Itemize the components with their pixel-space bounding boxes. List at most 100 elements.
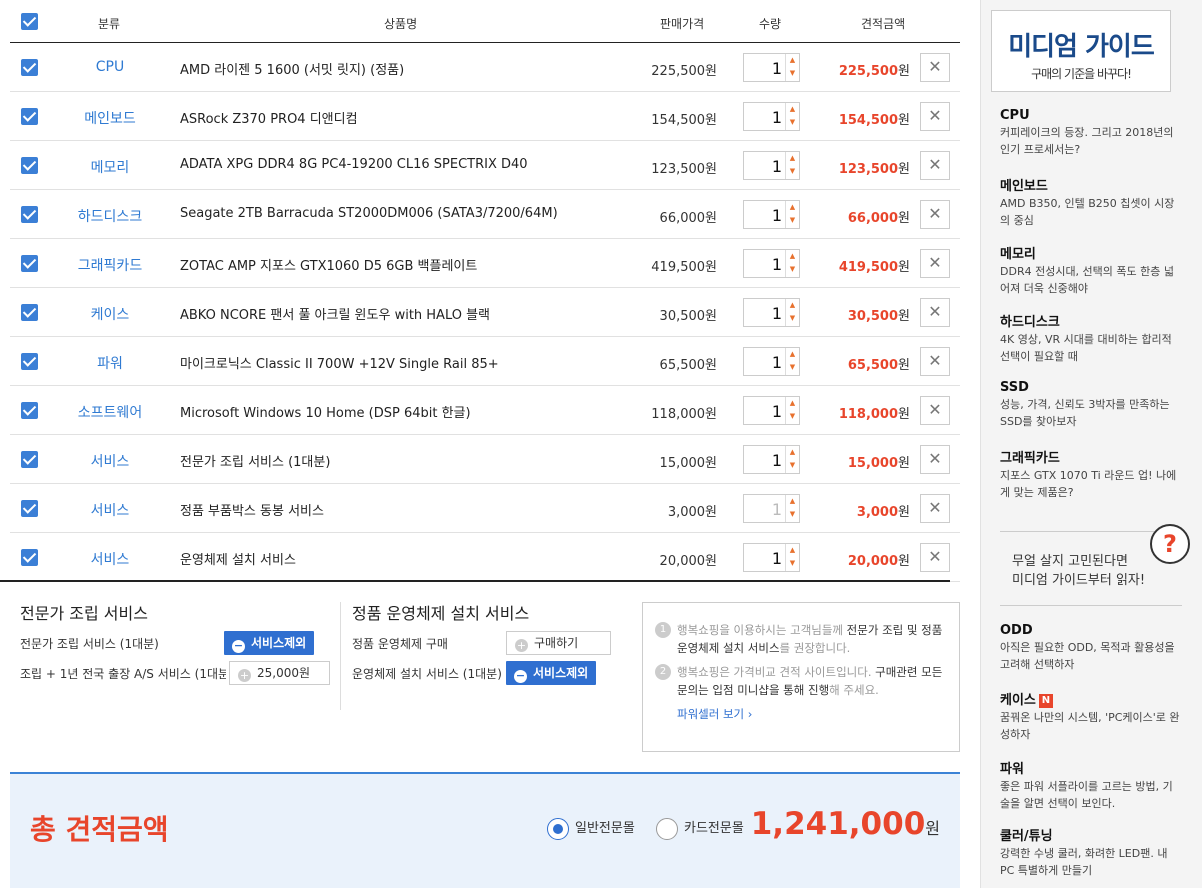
power-seller-link[interactable]: 파워셀러 보기 › [655,707,752,721]
guide-item[interactable]: 메인보드 AMD B350, 인텔 B250 칩셋이 시장의 중심 [1000,175,1180,229]
row-product-name[interactable]: 운영체제 설치 서비스 [180,549,296,568]
delete-row-button[interactable]: ✕ [920,396,950,425]
stepper-arrows-icon[interactable]: ▲ ▼ [785,250,799,277]
stepper-arrows-icon[interactable]: ▲ ▼ [785,299,799,326]
radio-general-mall[interactable]: 일반전문몰 [547,817,635,840]
stepper-arrows-icon[interactable]: ▲ ▼ [785,103,799,130]
row-checkbox[interactable] [21,500,38,517]
guide-item[interactable]: SSD 성능, 가격, 신뢰도 3박자를 만족하는 SSD를 찾아보자 [1000,380,1180,430]
stepper-arrows-icon[interactable]: ▲ ▼ [785,348,799,375]
row-checkbox[interactable] [21,402,38,419]
quantity-stepper[interactable]: 1 ▲ ▼ [743,494,800,523]
quantity-stepper[interactable]: 1 ▲ ▼ [743,151,800,180]
delete-row-button[interactable]: ✕ [920,543,950,572]
guide-item[interactable]: ODD 아직은 필요한 ODD, 목적과 활용성을 고려해 선택하자 [1000,623,1180,673]
row-product-name[interactable]: ZOTAC AMP 지포스 GTX1060 D5 6GB 백플레이트 [180,255,477,274]
quantity-stepper[interactable]: 1 ▲ ▼ [743,200,800,229]
quantity-value[interactable]: 1 [744,451,782,470]
media-guide-banner[interactable]: 미디엄 가이드 구매의 기준을 바꾸다! [991,10,1171,92]
quantity-stepper[interactable]: 1 ▲ ▼ [743,298,800,327]
guide-item[interactable]: CPU 커피레이크의 등장. 그리고 2018년의 인기 프로세서는? [1000,108,1180,158]
delete-row-button[interactable]: ✕ [920,53,950,82]
row-checkbox[interactable] [21,157,38,174]
quantity-value[interactable]: 1 [744,59,782,78]
row-category[interactable]: 소프트웨어 [60,402,160,422]
quantity-value[interactable]: 1 [744,402,782,421]
row-product-name[interactable]: 마이크로닉스 Classic II 700W +12V Single Rail … [180,353,499,372]
radio-card-mall[interactable]: 카드전문몰 [656,817,744,840]
row-category[interactable]: CPU [60,59,160,75]
row-product-name[interactable]: 전문가 조립 서비스 (1대분) [180,451,330,470]
stepper-arrows-icon[interactable]: ▲ ▼ [785,544,799,571]
quantity-value[interactable]: 1 [744,500,782,519]
quantity-stepper[interactable]: 1 ▲ ▼ [743,396,800,425]
row-product-name[interactable]: 정품 부품박스 동봉 서비스 [180,500,324,519]
quantity-value[interactable]: 1 [744,108,782,127]
row-checkbox[interactable] [21,206,38,223]
close-icon: ✕ [928,204,942,223]
ask-banner[interactable]: 무얼 살지 고민된다면 미디엄 가이드부터 읽자! ? [1000,524,1190,606]
os-exclude-button[interactable]: − 서비스제외 [506,661,597,685]
row-category[interactable]: 서비스 [60,549,160,569]
row-checkbox[interactable] [21,59,38,76]
row-checkbox[interactable] [21,255,38,272]
quantity-stepper[interactable]: 1 ▲ ▼ [743,102,800,131]
guide-item[interactable]: 쿨러/튜닝 강력한 수냉 쿨러, 화려한 LED팬. 내 PC 특별하게 만들기 [1000,825,1180,879]
delete-row-button[interactable]: ✕ [920,347,950,376]
delete-row-button[interactable]: ✕ [920,151,950,180]
row-total: 225,500원 [838,64,910,79]
delete-row-button[interactable]: ✕ [920,249,950,278]
quantity-value[interactable]: 1 [744,157,782,176]
row-checkbox[interactable] [21,304,38,321]
quantity-value[interactable]: 1 [744,255,782,274]
guide-item[interactable]: 케이스 N 꿈꿔온 나만의 시스템, 'PC케이스'로 완성하자 [1000,689,1180,743]
delete-row-button[interactable]: ✕ [920,102,950,131]
delete-row-button[interactable]: ✕ [920,298,950,327]
row-product-name[interactable]: AMD 라이젠 5 1600 (서밋 릿지) (정품) [180,59,404,78]
quantity-value[interactable]: 1 [744,353,782,372]
row-product-name[interactable]: Seagate 2TB Barracuda ST2000DM006 (SATA3… [180,206,558,221]
quantity-value[interactable]: 1 [744,304,782,323]
stepper-arrows-icon[interactable]: ▲ ▼ [785,54,799,81]
select-all-checkbox[interactable] [21,13,38,30]
delete-row-button[interactable]: ✕ [920,494,950,523]
row-checkbox[interactable] [21,451,38,468]
quantity-stepper[interactable]: 1 ▲ ▼ [743,249,800,278]
guide-item[interactable]: 메모리 DDR4 전성시대, 선택의 폭도 한층 넓어져 더욱 신중해야 [1000,243,1180,297]
stepper-arrows-icon[interactable]: ▲ ▼ [785,495,799,522]
row-category[interactable]: 메인보드 [60,108,160,128]
guide-item[interactable]: 파워 좋은 파워 서플라이를 고르는 방법, 기술을 알면 선택이 보인다. [1000,758,1180,812]
row-product-name[interactable]: Microsoft Windows 10 Home (DSP 64bit 한글) [180,402,471,421]
assembly-exclude-button[interactable]: − 서비스제외 [224,631,315,655]
quantity-value[interactable]: 1 [744,549,782,568]
delete-row-button[interactable]: ✕ [920,445,950,474]
row-category[interactable]: 파워 [60,353,160,373]
row-product-name[interactable]: ABKO NCORE 팬서 풀 아크릴 윈도우 with HALO 블랙 [180,304,490,323]
row-checkbox[interactable] [21,549,38,566]
stepper-arrows-icon[interactable]: ▲ ▼ [785,446,799,473]
os-buy-button[interactable]: + 구매하기 [506,631,611,655]
stepper-arrows-icon[interactable]: ▲ ▼ [785,397,799,424]
stepper-arrows-icon[interactable]: ▲ ▼ [785,152,799,179]
row-category[interactable]: 서비스 [60,451,160,471]
assembly-as-add-button[interactable]: +25,000원 [229,661,330,685]
delete-row-button[interactable]: ✕ [920,200,950,229]
quantity-value[interactable]: 1 [744,206,782,225]
guide-item[interactable]: 그래픽카드 지포스 GTX 1070 Ti 라운드 업! 나에게 맞는 제품은? [1000,447,1180,501]
row-category[interactable]: 하드디스크 [60,206,160,226]
close-icon: ✕ [928,449,942,468]
row-category[interactable]: 메모리 [60,157,160,177]
quantity-stepper[interactable]: 1 ▲ ▼ [743,347,800,376]
row-category[interactable]: 서비스 [60,500,160,520]
row-category[interactable]: 그래픽카드 [60,255,160,275]
row-category[interactable]: 케이스 [60,304,160,324]
stepper-arrows-icon[interactable]: ▲ ▼ [785,201,799,228]
row-checkbox[interactable] [21,108,38,125]
guide-item[interactable]: 하드디스크 4K 영상, VR 시대를 대비하는 합리적 선택이 필요할 때 [1000,311,1180,365]
quantity-stepper[interactable]: 1 ▲ ▼ [743,543,800,572]
row-product-name[interactable]: ASRock Z370 PRO4 디앤디컴 [180,108,358,127]
row-product-name[interactable]: ADATA XPG DDR4 8G PC4-19200 CL16 SPECTRI… [180,157,528,172]
row-checkbox[interactable] [21,353,38,370]
quantity-stepper[interactable]: 1 ▲ ▼ [743,445,800,474]
quantity-stepper[interactable]: 1 ▲ ▼ [743,53,800,82]
